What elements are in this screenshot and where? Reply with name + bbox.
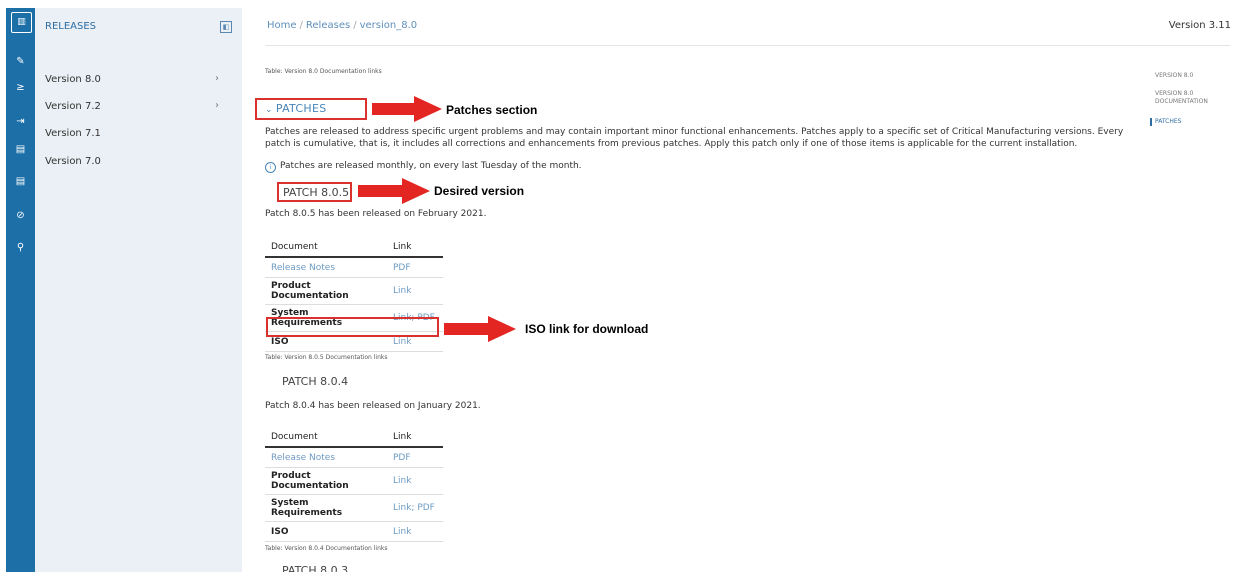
patch-8-0-5-released: Patch 8.0.5 has been released on Februar… (265, 209, 487, 219)
chart-icon[interactable]: ≥ (6, 78, 35, 98)
annotation-iso-link: ISO link for download (525, 322, 649, 336)
breadcrumb-current[interactable]: version_8.0 (360, 20, 418, 31)
table-caption: Table: Version 8.0 Documentation links (265, 68, 382, 75)
sidebar-item-version-7-1[interactable]: Version 7.1 (45, 128, 101, 139)
patch-8-0-5-title: PATCH 8.0.5 (283, 186, 350, 199)
table-row: System Requirements Link; PDF (265, 494, 443, 522)
column-document: Document (265, 237, 387, 258)
info-icon: i (265, 162, 276, 173)
column-link: Link (387, 427, 443, 448)
doc-link[interactable]: Link (387, 467, 443, 495)
annotation-desired-version: Desired version (434, 184, 525, 198)
breadcrumb: Home / Releases / version_8.0 (267, 20, 418, 31)
patch-8-0-3-title: PATCH 8.0.3 (282, 564, 349, 572)
annotation-patches-section: Patches section (446, 103, 538, 117)
arrow-right-icon (444, 316, 516, 342)
doc-name: System Requirements (265, 494, 387, 522)
toc-item-patches[interactable]: PATCHES (1150, 118, 1245, 126)
chevron-right-icon[interactable]: › (215, 100, 219, 111)
table-row: Release Notes PDF (265, 447, 443, 468)
server-icon[interactable]: ▤ (6, 140, 35, 160)
doc-link[interactable]: Link; PDF (387, 494, 443, 522)
page-toc: VERSION 8.0 VERSION 8.0 DOCUMENTATION PA… (1150, 72, 1245, 138)
help-icon[interactable]: ⊘ (6, 206, 35, 226)
patch-8-0-4-table: Document Link Release Notes PDF Product … (265, 427, 443, 542)
patch-8-0-4-title: PATCH 8.0.4 (282, 375, 349, 388)
table-row: Release Notes PDF (265, 257, 443, 278)
sidebar-item-version-7-0[interactable]: Version 7.0 (45, 156, 101, 167)
search-icon[interactable]: ⚲ (6, 238, 35, 258)
patches-description: Patches are released to address specific… (265, 127, 1124, 149)
table-row: Product Documentation Link (265, 467, 443, 495)
chevron-down-icon: ⌄ (265, 105, 273, 115)
table-row: ISO Link (265, 521, 443, 542)
sidebar-item-version-7-2[interactable]: Version 7.2 (45, 101, 101, 112)
app-grid-icon[interactable]: ▥ (11, 12, 32, 33)
iso-row-highlight (266, 317, 439, 337)
pdf-link[interactable]: PDF (387, 447, 443, 468)
table-row: Product Documentation Link (265, 277, 443, 305)
doc-name: ISO (265, 521, 387, 542)
patches-heading[interactable]: ⌄ PATCHES (255, 98, 367, 120)
release-notes-link[interactable]: Release Notes (265, 447, 387, 468)
toc-item-version-8-0[interactable]: VERSION 8.0 (1155, 72, 1245, 80)
collapse-sidebar-icon[interactable]: ◧ (220, 21, 232, 33)
toc-item-documentation[interactable]: VERSION 8.0 DOCUMENTATION (1155, 90, 1225, 106)
table-header-row: Document Link (265, 237, 443, 258)
release-notes-link[interactable]: Release Notes (265, 257, 387, 278)
patch-8-0-4-released: Patch 8.0.4 has been released on January… (265, 401, 481, 411)
doc-name: Product Documentation (265, 467, 387, 495)
column-document: Document (265, 427, 387, 448)
sidebar-item-version-8-0[interactable]: Version 8.0 (45, 74, 101, 85)
arrow-right-icon (372, 96, 442, 122)
table-header-row: Document Link (265, 427, 443, 448)
rocket-icon[interactable]: ✎ (6, 52, 35, 72)
iso-download-link[interactable]: Link (387, 521, 443, 542)
sidebar-header: RELEASES (45, 21, 97, 32)
arrow-right-icon (358, 178, 430, 204)
version-label: Version 3.11 (1168, 20, 1231, 31)
breadcrumb-releases[interactable]: Releases (306, 20, 350, 31)
breadcrumb-home[interactable]: Home (267, 20, 297, 31)
doc-link[interactable]: Link (387, 277, 443, 305)
chevron-right-icon[interactable]: › (215, 73, 219, 84)
database-icon[interactable]: ▤ (6, 172, 35, 192)
doc-name: Product Documentation (265, 277, 387, 305)
pdf-link[interactable]: PDF (387, 257, 443, 278)
table-caption: Table: Version 8.0.4 Documentation links (265, 545, 388, 552)
header-divider (265, 45, 1230, 46)
patches-info-note: i Patches are released monthly, on every … (265, 161, 582, 173)
table-caption: Table: Version 8.0.5 Documentation links (265, 354, 388, 361)
releases-sidebar: RELEASES ◧ Version 8.0 › Version 7.2 › V… (35, 8, 242, 572)
icon-rail: ▥ ✎ ≥ ⇥ ▤ ▤ ⊘ ⚲ (6, 8, 35, 572)
column-link: Link (387, 237, 443, 258)
export-icon[interactable]: ⇥ (6, 112, 35, 132)
